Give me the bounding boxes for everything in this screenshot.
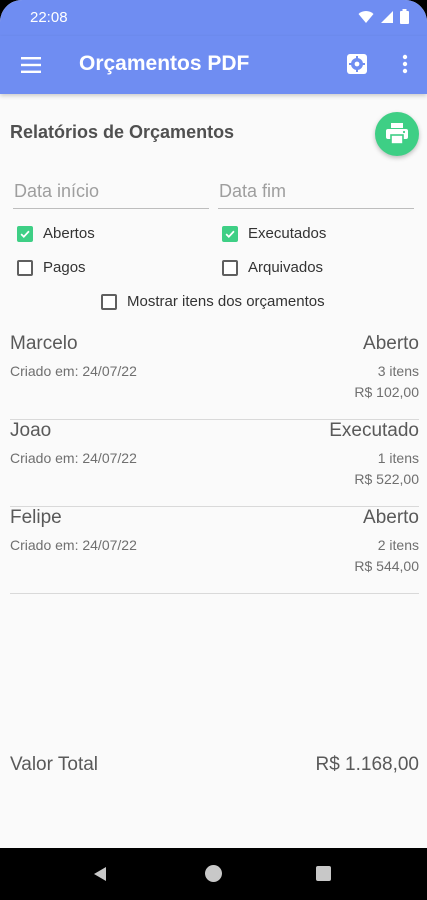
filter-executados[interactable]: Executados [222, 225, 326, 242]
print-icon [386, 123, 408, 145]
checkbox-unchecked-icon[interactable] [17, 259, 33, 276]
budget-item-count: 2 itens [377, 537, 419, 553]
battery-icon [400, 9, 409, 24]
budget-client-name: Marcelo [10, 333, 78, 354]
budget-status: Aberto [363, 507, 419, 528]
menu-icon[interactable] [19, 53, 43, 77]
settings-icon[interactable] [345, 52, 369, 76]
status-bar: 22:08 [0, 0, 427, 36]
app-title: Orçamentos PDF [79, 52, 250, 75]
back-icon[interactable] [92, 866, 108, 882]
budget-list-item[interactable]: Joao Criado em: 24/07/22 Executado 1 ite… [10, 420, 419, 507]
budget-status: Aberto [363, 333, 419, 354]
filter-arquivados-label: Arquivados [248, 259, 324, 276]
recents-icon[interactable] [316, 866, 331, 881]
budget-client-name: Joao [10, 420, 52, 441]
budget-created-date: Criado em: 24/07/22 [10, 450, 137, 466]
print-button[interactable] [375, 112, 419, 156]
budget-item-count: 1 itens [377, 450, 419, 466]
app-screen: 22:08 Orçamentos PDF Relatórios de Orçam… [0, 0, 427, 900]
checkbox-checked-icon[interactable] [222, 225, 238, 242]
signal-icon [381, 10, 393, 23]
filter-mostrar-itens-label: Mostrar itens dos orçamentos [127, 293, 325, 310]
report-title: Relatórios de Orçamentos [10, 122, 235, 142]
wifi-icon [358, 10, 374, 23]
checkbox-checked-icon[interactable] [17, 225, 33, 242]
filter-mostrar-itens[interactable]: Mostrar itens dos orçamentos [101, 293, 325, 310]
budget-created-date: Criado em: 24/07/22 [10, 537, 137, 553]
budget-item-count: 3 itens [377, 363, 419, 379]
budget-client-name: Felipe [10, 507, 62, 528]
total-value: R$ 1.168,00 [315, 754, 419, 775]
date-end-field[interactable]: Data fim [218, 178, 414, 209]
filter-abertos-label: Abertos [43, 225, 95, 242]
date-end-placeholder: Data fim [219, 181, 287, 201]
status-time: 22:08 [30, 9, 68, 26]
app-bar: Orçamentos PDF [0, 36, 427, 94]
total-label: Valor Total [10, 754, 99, 775]
budget-status: Executado [329, 420, 419, 441]
date-start-field[interactable]: Data início [13, 178, 209, 209]
filter-pagos[interactable]: Pagos [17, 259, 86, 276]
date-start-placeholder: Data início [14, 181, 100, 201]
budget-value: R$ 102,00 [354, 384, 419, 400]
filter-abertos[interactable]: Abertos [17, 225, 95, 242]
home-icon[interactable] [205, 865, 222, 882]
system-nav-bar [0, 848, 427, 900]
checkbox-unchecked-icon[interactable] [101, 293, 117, 310]
checkbox-unchecked-icon[interactable] [222, 259, 238, 276]
budget-list-item[interactable]: Felipe Criado em: 24/07/22 Aberto 2 iten… [10, 507, 419, 594]
budget-list-item[interactable]: Marcelo Criado em: 24/07/22 Aberto 3 ite… [10, 333, 419, 420]
filter-arquivados[interactable]: Arquivados [222, 259, 323, 276]
more-vert-icon[interactable] [393, 52, 417, 76]
filter-executados-label: Executados [248, 225, 327, 242]
budget-value: R$ 522,00 [354, 471, 419, 487]
filter-pagos-label: Pagos [43, 259, 86, 276]
status-icons [358, 9, 409, 24]
budget-created-date: Criado em: 24/07/22 [10, 363, 137, 379]
budget-value: R$ 544,00 [354, 558, 419, 574]
